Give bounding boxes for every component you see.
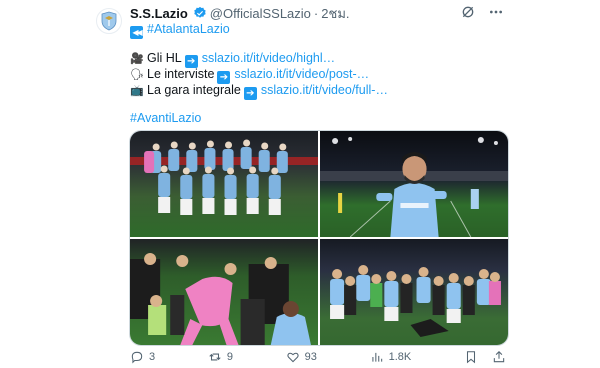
separator: ·	[313, 5, 319, 21]
author-name[interactable]: S.S.Lazio	[130, 6, 188, 21]
photo-crowd-celebration[interactable]	[320, 239, 508, 345]
rewind-icon: ◀◀	[130, 26, 143, 39]
line-label: La gara integrale	[147, 83, 241, 97]
link-interviews[interactable]: sslazio.it/it/video/post-…	[234, 67, 369, 81]
share-icon	[493, 351, 505, 363]
lazio-logo-icon	[101, 11, 117, 31]
repost-button[interactable]: 9	[208, 350, 233, 364]
bookmark-icon	[466, 351, 475, 364]
hashtag-atalantalazio[interactable]: #AtalantaLazio	[147, 22, 230, 36]
photo-goalkeeper-celebration[interactable]	[130, 239, 318, 345]
secondary-actions	[464, 350, 506, 364]
verified-icon	[194, 6, 206, 18]
timestamp[interactable]: 2ชม.	[321, 3, 349, 24]
avatar[interactable]	[96, 8, 122, 34]
like-count: 93	[304, 351, 317, 363]
photo-player-celebration[interactable]	[320, 131, 508, 237]
header-actions	[460, 4, 504, 20]
share-button[interactable]	[492, 350, 506, 364]
reply-icon	[131, 351, 143, 364]
link-full-match[interactable]: sslazio.it/it/video/full-…	[261, 83, 388, 97]
repost-icon	[209, 353, 221, 361]
views-count: 1.8K	[388, 351, 412, 363]
author-handle[interactable]: @OfficialSSLazio	[210, 6, 311, 21]
bookmark-button[interactable]	[464, 350, 478, 364]
link-highlights[interactable]: sslazio.it/it/video/highl…	[202, 51, 335, 65]
speaking-head-icon: 🗣	[130, 69, 144, 81]
action-bar: 3 9 93 1.8K	[130, 350, 506, 364]
like-icon	[287, 352, 299, 363]
like-button[interactable]: 93	[286, 350, 317, 364]
hashtag-line-top: ◀◀ #AtalantaLazio	[130, 21, 230, 39]
tv-icon: 📺	[130, 85, 144, 97]
repost-count: 9	[226, 351, 233, 363]
hashtag-line-bottom: #AvantiLazio	[130, 110, 201, 126]
reply-count: 3	[149, 351, 156, 363]
photo-team[interactable]	[130, 131, 318, 237]
views-button[interactable]: 1.8K	[370, 350, 412, 364]
views-icon	[372, 352, 382, 362]
arrow-right-icon: ➔	[243, 87, 257, 100]
grok-icon[interactable]	[460, 4, 476, 20]
tweet-header: S.S.Lazio @OfficialSSLazio · 2ชม.	[130, 4, 504, 22]
link-line-full-match: 📺 La gara integrale ➔ sslazio.it/it/video/f…	[130, 82, 388, 100]
line-label: Le interviste	[147, 67, 215, 81]
line-label: Gli HL	[147, 51, 182, 65]
reply-button[interactable]: 3	[130, 350, 155, 364]
hashtag-avantilazio[interactable]: #AvantiLazio	[130, 111, 201, 125]
video-camera-icon: 🎥	[130, 53, 144, 65]
more-icon[interactable]	[488, 4, 504, 20]
photo-grid	[129, 130, 509, 346]
